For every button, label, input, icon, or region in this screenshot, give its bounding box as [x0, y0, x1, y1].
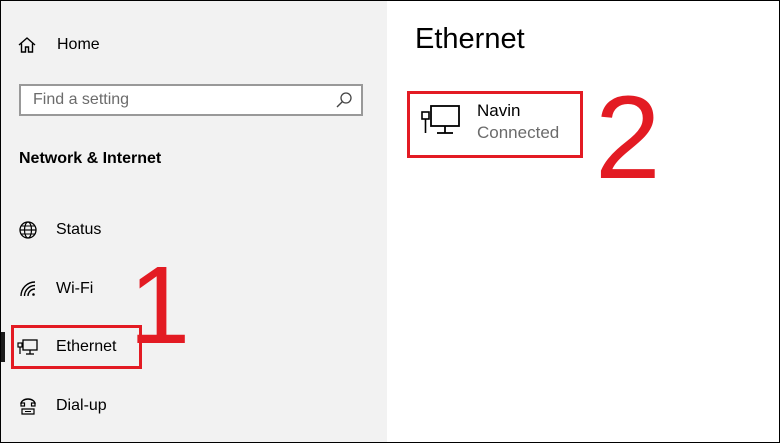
- dialup-icon: [17, 395, 39, 417]
- annotation-step-1: 1: [129, 244, 191, 367]
- sidebar-item-status[interactable]: Status: [17, 215, 101, 245]
- sidebar-item-ethernet[interactable]: Ethernet: [17, 332, 116, 362]
- sidebar-item-wifi[interactable]: Wi-Fi: [17, 274, 93, 304]
- ethernet-icon: [17, 336, 39, 358]
- network-status: Connected: [477, 123, 560, 142]
- wifi-icon: [17, 278, 39, 300]
- search-input[interactable]: [21, 86, 335, 114]
- home-nav-item[interactable]: Home: [17, 31, 100, 59]
- network-name: Navin: [477, 101, 521, 120]
- home-icon: [18, 37, 36, 53]
- globe-icon: [17, 219, 39, 241]
- sidebar: Home Network & Internet Status: [1, 1, 387, 442]
- selection-indicator: [1, 332, 5, 362]
- main-panel: Ethernet Navin Connected: [387, 1, 779, 442]
- annotation-step-2: 2: [595, 72, 661, 204]
- network-connection-item[interactable]: Navin Connected: [411, 97, 571, 153]
- sidebar-item-label: Ethernet: [56, 338, 117, 355]
- search-icon[interactable]: [335, 91, 353, 109]
- sidebar-item-label: Status: [56, 221, 102, 238]
- sidebar-item-dialup[interactable]: Dial-up: [17, 391, 107, 421]
- sidebar-item-label: Wi-Fi: [56, 280, 94, 297]
- search-box[interactable]: [19, 84, 363, 116]
- sidebar-item-label: Dial-up: [56, 397, 107, 414]
- home-label: Home: [57, 36, 100, 53]
- settings-window: Home Network & Internet Status: [0, 0, 780, 443]
- ethernet-icon: [421, 105, 460, 134]
- page-title: Ethernet: [415, 23, 525, 55]
- section-title: Network & Internet: [19, 150, 162, 167]
